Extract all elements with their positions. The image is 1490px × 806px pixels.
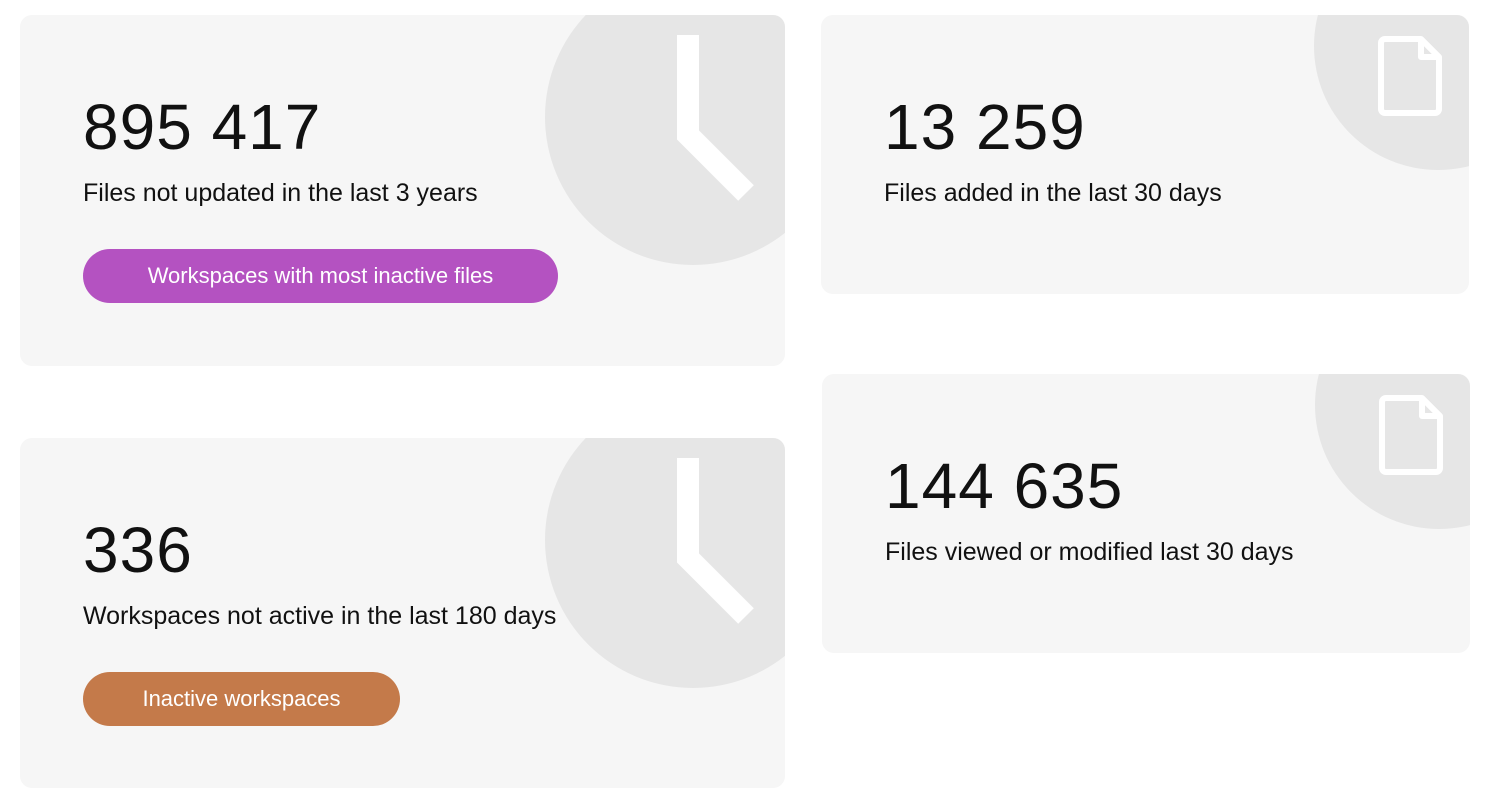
workspaces-most-inactive-files-button[interactable]: Workspaces with most inactive files — [83, 249, 558, 303]
files-viewed-card: 144 635 Files viewed or modified last 30… — [822, 374, 1470, 653]
inactive-files-count: 895 417 — [83, 91, 322, 163]
files-viewed-label: Files viewed or modified last 30 days — [885, 538, 1294, 566]
inactive-workspaces-button[interactable]: Inactive workspaces — [83, 672, 400, 726]
file-icon — [1378, 36, 1442, 116]
inactive-workspaces-card: 336 Workspaces not active in the last 18… — [20, 438, 785, 788]
files-added-label: Files added in the last 30 days — [884, 179, 1222, 207]
files-added-count: 13 259 — [884, 91, 1086, 163]
clock-icon — [677, 35, 754, 201]
files-added-card: 13 259 Files added in the last 30 days — [821, 15, 1469, 294]
inactive-workspaces-count: 336 — [83, 514, 193, 586]
file-icon — [1379, 395, 1443, 475]
inactive-files-card: 895 417 Files not updated in the last 3 … — [20, 15, 785, 366]
inactive-workspaces-label: Workspaces not active in the last 180 da… — [83, 602, 557, 630]
inactive-files-label: Files not updated in the last 3 years — [83, 179, 478, 207]
files-viewed-count: 144 635 — [885, 450, 1124, 522]
clock-icon — [677, 458, 754, 624]
